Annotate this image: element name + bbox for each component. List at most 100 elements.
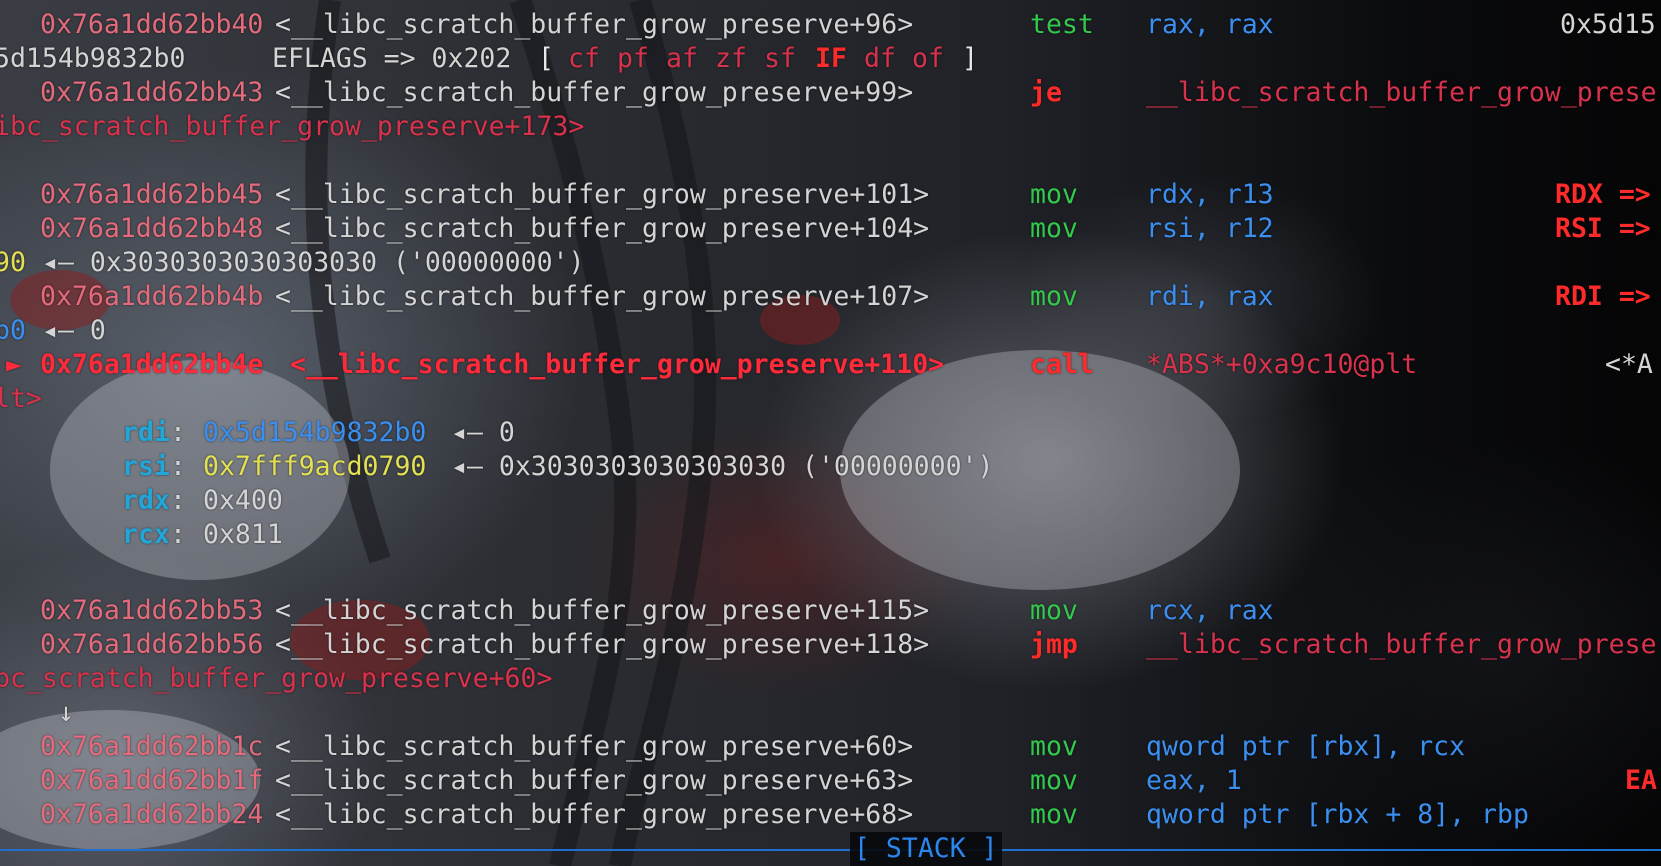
arg-deref: ◂— 0	[451, 417, 515, 448]
instruction-mnemonic: test	[1030, 9, 1094, 40]
flag-cf: cf	[568, 43, 600, 74]
instruction-operands: qword ptr [rbx], rcx	[1146, 731, 1466, 762]
wrapped-text: bc_scratch_buffer_grow_preserve+60>	[0, 663, 553, 694]
instruction-symbol: <__libc_scratch_buffer_grow_preserve+104…	[275, 213, 930, 244]
stack-header-label: [ STACK ]	[850, 832, 1002, 866]
instruction-note: EA	[1625, 765, 1657, 796]
instruction-note: RSI =>	[1555, 213, 1651, 244]
instruction-mnemonic: mov	[1030, 213, 1078, 244]
wrapped-line: b0 ◂— 0	[0, 314, 106, 348]
instruction-operands: __libc_scratch_buffer_grow_prese	[1146, 77, 1657, 108]
instruction-symbol: <__libc_scratch_buffer_grow_preserve+110…	[290, 349, 945, 380]
wrapped-text: ibc_scratch_buffer_grow_preserve+173>	[0, 111, 585, 142]
current-instruction-line: ► 0x76a1dd62bb4e <__libc_scratch_buffer_…	[0, 348, 1653, 382]
instruction-symbol: <__libc_scratch_buffer_grow_preserve+68>	[275, 799, 914, 830]
arg-register: rcx	[122, 519, 170, 550]
arg-colon: :	[170, 417, 186, 448]
instruction-mnemonic: jmp	[1030, 629, 1078, 660]
terminal-window: 0x76a1dd62bb40 <__libc_scratch_buffer_gr…	[0, 0, 1661, 866]
instruction-address: 0x76a1dd62bb4e	[40, 349, 264, 380]
disasm-line: 0x76a1dd62bb24 <__libc_scratch_buffer_gr…	[0, 798, 1529, 832]
arg-value: 0x5d154b9832b0	[203, 417, 427, 448]
wrapped-line: bc_scratch_buffer_grow_preserve+60>	[0, 662, 552, 696]
wrap-prefix: b0	[0, 315, 26, 346]
wrap-prefix: 90	[0, 247, 26, 278]
current-instruction-marker: ►	[6, 349, 22, 380]
eflags-label: EFLAGS => 0x202	[272, 43, 512, 74]
instruction-mnemonic: mov	[1030, 799, 1078, 830]
arg-colon: :	[170, 485, 186, 516]
arg-register: rdi	[122, 417, 170, 448]
instruction-note: <*A	[1605, 349, 1653, 380]
instruction-operands: rcx, rax	[1146, 595, 1274, 626]
instruction-operands: rsi, r12	[1146, 213, 1274, 244]
instruction-operands: rdi, rax	[1146, 281, 1274, 312]
instruction-address: 0x76a1dd62bb43	[40, 77, 264, 108]
instruction-mnemonic: mov	[1030, 765, 1078, 796]
instruction-operands: eax, 1	[1146, 765, 1242, 796]
down-arrow-icon: ↓	[58, 697, 74, 728]
arg-value: 0x811	[203, 519, 283, 550]
wrapped-text: ◂— 0	[42, 315, 106, 346]
branch-arrow-line: ↓	[0, 696, 74, 730]
instruction-symbol: <__libc_scratch_buffer_grow_preserve+60>	[275, 731, 914, 762]
flags-close-bracket: ]	[962, 43, 978, 74]
flag-sf: sf	[764, 43, 796, 74]
call-arg-rsi: rsi : 0x7fff9acd0790 ◂— 0x30303030303030…	[0, 450, 993, 484]
disasm-line: 0x76a1dd62bb53 <__libc_scratch_buffer_gr…	[0, 594, 1274, 628]
call-arg-rcx: rcx : 0x811	[0, 518, 283, 552]
instruction-address: 0x76a1dd62bb24	[40, 799, 264, 830]
flag-pf: pf	[617, 43, 649, 74]
wrap-address: 5d154b9832b0	[0, 43, 186, 74]
flag-of: of	[912, 43, 944, 74]
disasm-line: 0x76a1dd62bb1c <__libc_scratch_buffer_gr…	[0, 730, 1465, 764]
arg-value: 0x7fff9acd0790	[203, 451, 427, 482]
flag-if: IF	[815, 43, 847, 74]
wrapped-text: lt>	[0, 383, 42, 414]
instruction-address: 0x76a1dd62bb45	[40, 179, 264, 210]
instruction-symbol: <__libc_scratch_buffer_grow_preserve+63>	[275, 765, 914, 796]
arg-colon: :	[170, 451, 186, 482]
instruction-address: 0x76a1dd62bb4b	[40, 281, 264, 312]
instruction-address: 0x76a1dd62bb40	[40, 9, 264, 40]
instruction-symbol: <__libc_scratch_buffer_grow_preserve+118…	[275, 629, 930, 660]
flags-open-bracket: [	[538, 43, 554, 74]
instruction-address: 0x76a1dd62bb1c	[40, 731, 264, 762]
section-divider	[0, 849, 1661, 851]
instruction-symbol: <__libc_scratch_buffer_grow_preserve+96>	[275, 9, 914, 40]
instruction-note: RDX =>	[1555, 179, 1651, 210]
eflags-line: 5d154b9832b0 EFLAGS => 0x202 [ cf pf af …	[0, 42, 978, 76]
instruction-mnemonic: je	[1030, 77, 1062, 108]
wrapped-line: 90 ◂— 0x3030303030303030 ('00000000')	[0, 246, 584, 280]
arg-deref: ◂— 0x3030303030303030 ('00000000')	[451, 451, 994, 482]
wrapped-line: lt>	[0, 382, 64, 416]
disasm-line: 0x76a1dd62bb45 <__libc_scratch_buffer_gr…	[0, 178, 1651, 212]
disasm-line: 0x76a1dd62bb40 <__libc_scratch_buffer_gr…	[0, 8, 1656, 42]
instruction-mnemonic: mov	[1030, 281, 1078, 312]
instruction-operands: rax, rax	[1146, 9, 1274, 40]
instruction-operands: __libc_scratch_buffer_grow_prese	[1146, 629, 1657, 660]
instruction-symbol: <__libc_scratch_buffer_grow_preserve+99>	[275, 77, 914, 108]
instruction-mnemonic: mov	[1030, 595, 1078, 626]
arg-colon: :	[170, 519, 186, 550]
arg-register: rsi	[122, 451, 170, 482]
instruction-note: RDI =>	[1555, 281, 1651, 312]
disasm-line: 0x76a1dd62bb4b <__libc_scratch_buffer_gr…	[0, 280, 1651, 314]
instruction-mnemonic: call	[1030, 349, 1094, 380]
instruction-operands: rdx, r13	[1146, 179, 1274, 210]
disasm-line: 0x76a1dd62bb43 <__libc_scratch_buffer_gr…	[0, 76, 1657, 110]
instruction-address: 0x76a1dd62bb1f	[40, 765, 264, 796]
call-arg-rdi: rdi : 0x5d154b9832b0 ◂— 0	[0, 416, 515, 450]
instruction-symbol: <__libc_scratch_buffer_grow_preserve+115…	[275, 595, 930, 626]
flag-zf: zf	[715, 43, 747, 74]
wrapped-text: ◂— 0x3030303030303030 ('00000000')	[42, 247, 585, 278]
instruction-operands: *ABS*+0xa9c10@plt	[1146, 349, 1418, 380]
call-arg-rdx: rdx : 0x400	[0, 484, 283, 518]
stack-section-header: [ STACK ]	[0, 832, 1661, 866]
arg-value: 0x400	[203, 485, 283, 516]
instruction-symbol: <__libc_scratch_buffer_grow_preserve+107…	[275, 281, 930, 312]
disasm-line: 0x76a1dd62bb56 <__libc_scratch_buffer_gr…	[0, 628, 1657, 662]
instruction-mnemonic: mov	[1030, 731, 1078, 762]
flag-df: df	[864, 43, 896, 74]
instruction-address: 0x76a1dd62bb53	[40, 595, 264, 626]
